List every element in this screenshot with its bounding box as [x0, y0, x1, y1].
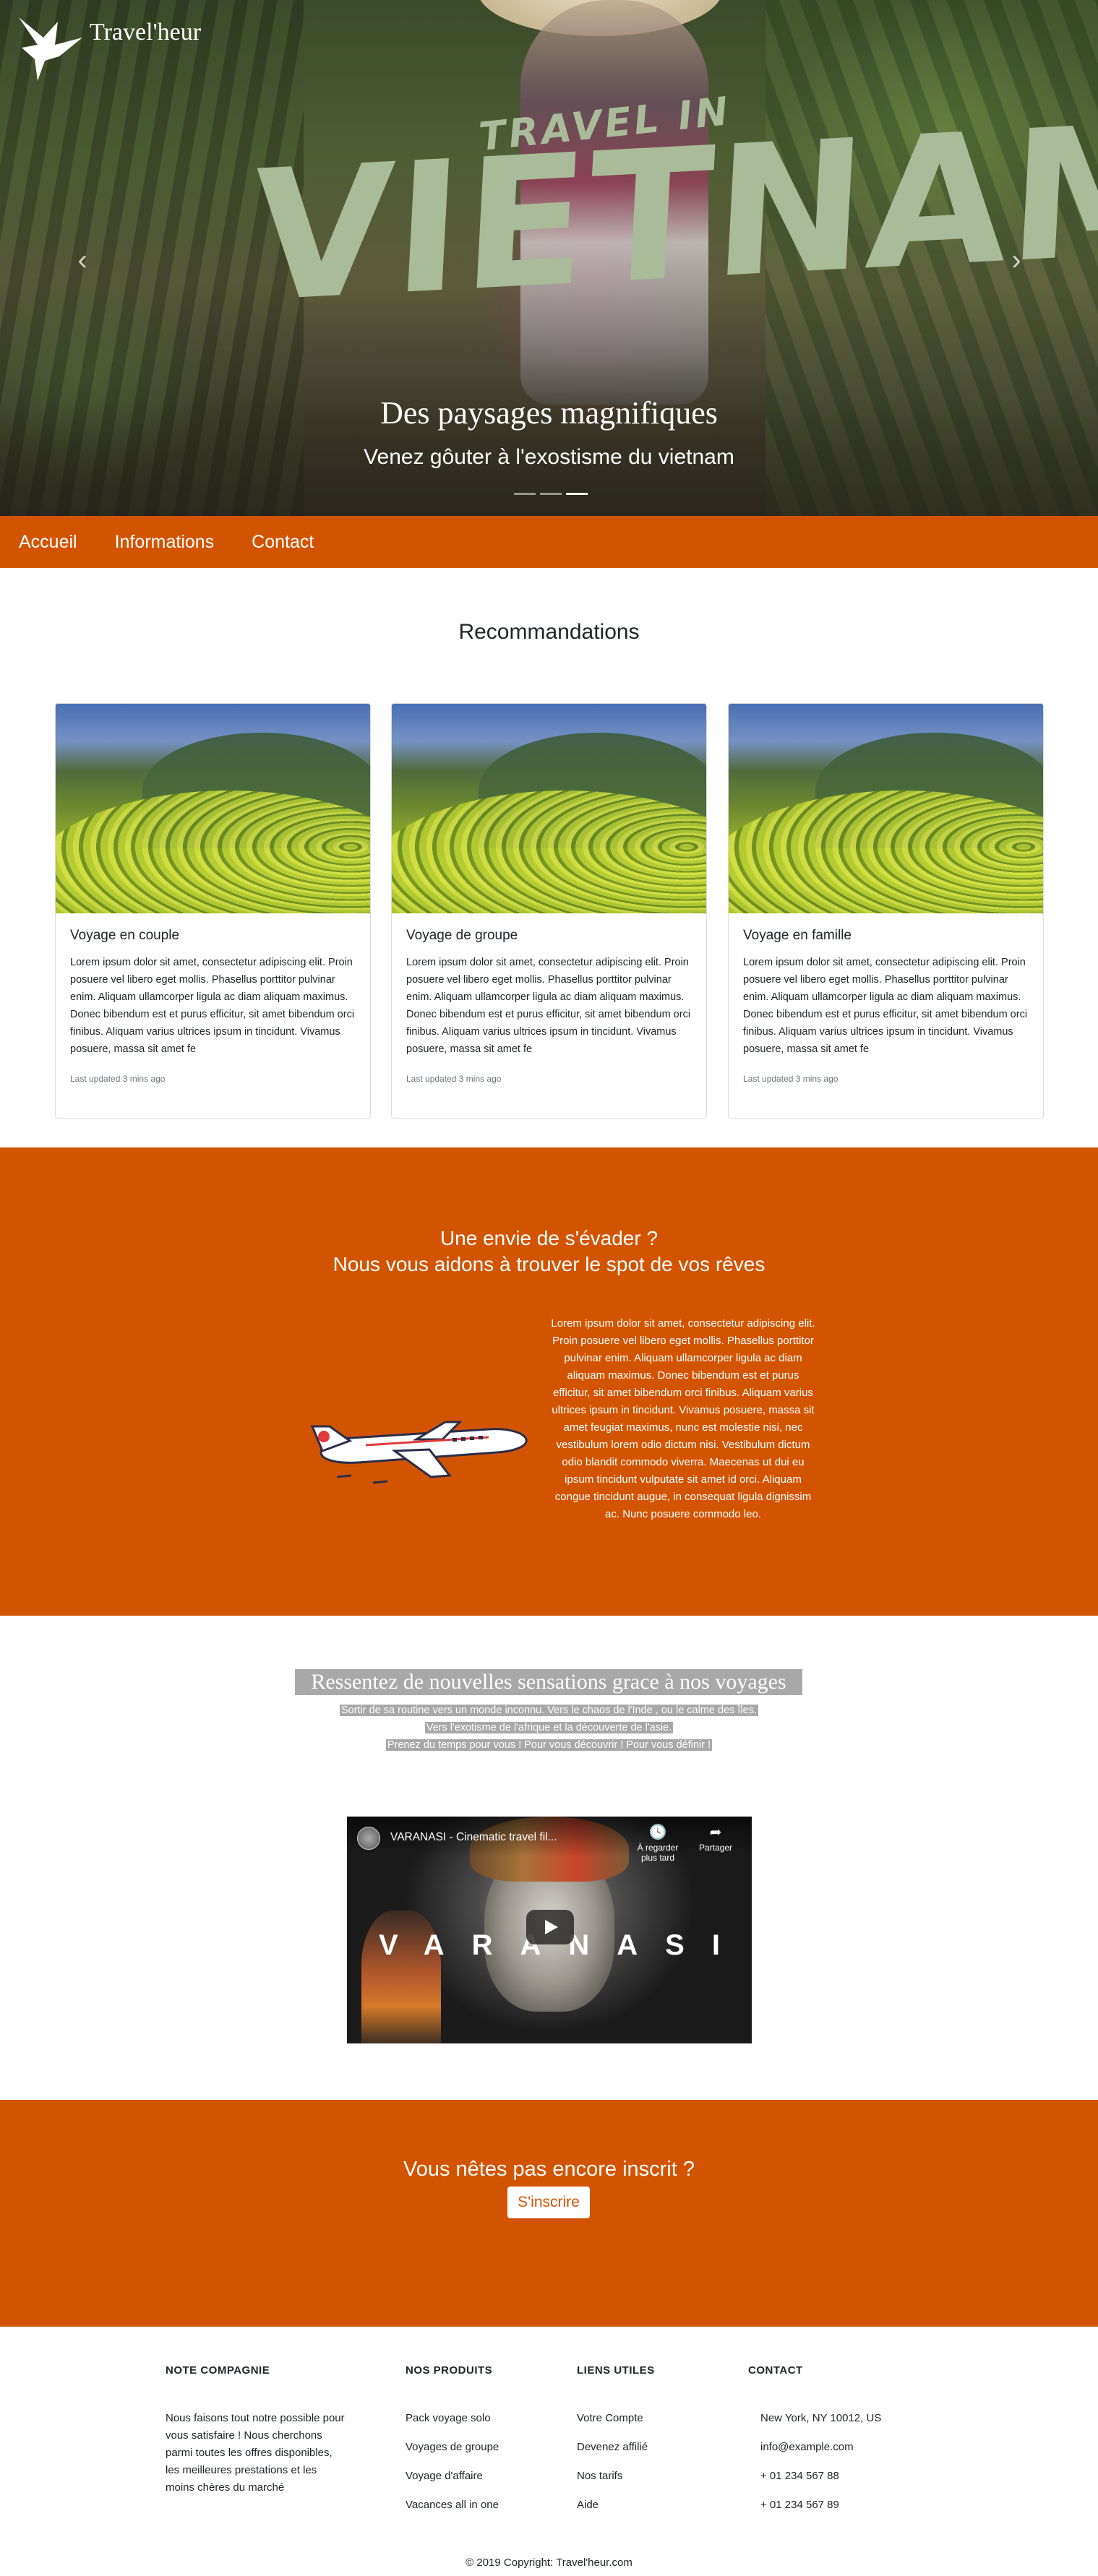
nav-item-contact[interactable]: Contact [252, 532, 314, 553]
footer-link-item[interactable]: Votre Compte [577, 2410, 655, 2427]
card-voyage-couple[interactable]: Voyage en couple Lorem ipsum dolor sit a… [55, 703, 371, 1119]
footer-link-item[interactable]: Aide [577, 2497, 655, 2514]
footer-link-item[interactable]: Voyage d'affaire [406, 2468, 499, 2485]
footer-link-item[interactable]: Voyages de groupe [406, 2439, 499, 2456]
sensations-line: Vers l'exotisme de l'afrique et la décou… [0, 1720, 1098, 1736]
share-button[interactable]: ➦ Partager [694, 1824, 737, 1853]
share-label: Partager [698, 1843, 733, 1853]
carousel-indicator-active[interactable] [566, 493, 588, 495]
card-updated: Last updated 3 mins ago [743, 1074, 838, 1084]
nav-item-informations[interactable]: Informations [115, 532, 215, 553]
signup-question: Vous nêtes pas encore inscrit ? [403, 2158, 695, 2181]
footer-link[interactable]: Voyages de groupe [406, 2441, 499, 2453]
carousel-indicator[interactable] [540, 493, 562, 495]
sensations-title: Ressentez de nouvelles sensations grace … [295, 1669, 802, 1695]
footer-company-text: Nous faisons tout notre possible pour vo… [166, 2412, 345, 2494]
sensations-line: Sortir de sa routine vers un monde incon… [0, 1702, 1098, 1718]
footer-link-item[interactable]: Pack voyage solo [406, 2410, 499, 2427]
escape-heading-line1: Une envie de s'évader ? [439, 1227, 659, 1249]
footer-col-company: NOTE COMPAGNIE Nous faisons tout notre p… [166, 2364, 346, 2497]
sensations-line-text: Vers l'exotisme de l'afrique et la décou… [424, 1722, 674, 1733]
signup-section: Vous nêtes pas encore inscrit ? S'inscri… [0, 2100, 1098, 2327]
carousel-caption-title: Des paysages magnifiques [380, 395, 718, 431]
footer-col-title: NOTE COMPAGNIE [166, 2364, 270, 2377]
carousel-indicators [514, 493, 588, 495]
card-updated: Last updated 3 mins ago [70, 1074, 166, 1084]
brand-name: Travel'heur [90, 19, 202, 46]
carousel-indicator[interactable] [514, 493, 536, 495]
sensations-section: Ressentez de nouvelles sensations grace … [0, 1616, 1098, 2100]
footer-col-products: NOS PRODUITS Pack voyage solo Voyages de… [406, 2364, 499, 2525]
card-text: Lorem ipsum dolor sit amet, consectetur … [406, 957, 691, 1055]
recommandations-title: Recommandations [458, 620, 640, 644]
clock-icon: 🕓 [648, 1825, 667, 1840]
escape-section: Une envie de s'évader ? Nous vous aidons… [0, 1147, 1098, 1616]
video-title[interactable]: VARANASI - Cinematic travel fil... [390, 1831, 557, 1844]
card-image-rice-terraces [729, 704, 1043, 913]
footer-link[interactable]: Aide [577, 2499, 599, 2511]
card-title: Voyage en couple [70, 928, 180, 943]
footer-link[interactable]: Devenez affilié [577, 2441, 648, 2453]
channel-avatar[interactable] [357, 1827, 380, 1850]
footer-link[interactable]: Pack voyage solo [406, 2412, 491, 2424]
footer-link-item[interactable]: Vacances all in one [406, 2497, 499, 2514]
card-title: Voyage de groupe [406, 928, 518, 943]
nav-item-accueil[interactable]: Accueil [19, 532, 77, 553]
footer-link[interactable]: Votre Compte [577, 2412, 643, 2424]
hero-overlay-vietnam: VIETNAM [246, 83, 1098, 343]
card-updated: Last updated 3 mins ago [406, 1074, 502, 1084]
hero-carousel: Travel'heur TRAVEL IN VIETNAM ‹ › Des pa… [0, 0, 1098, 516]
youtube-video-embed[interactable]: VARANASI - Cinematic travel fil... 🕓 À r… [347, 1817, 752, 2043]
sensations-line-text: Sortir de sa routine vers un monde incon… [339, 1705, 759, 1716]
sensations-line-text: Prenez du temps pour vous ! Pour vous dé… [385, 1739, 713, 1751]
footer-link-item[interactable]: Nos tarifs [577, 2468, 655, 2485]
footer-contact-item: New York, NY 10012, US [760, 2412, 882, 2424]
escape-text: Lorem ipsum dolor sit amet, consectetur … [551, 1317, 815, 1520]
sensations-line: Prenez du temps pour vous ! Pour vous dé… [0, 1737, 1098, 1753]
footer-link[interactable]: Voyage d'affaire [406, 2470, 483, 2482]
footer-link[interactable]: Nos tarifs [577, 2470, 622, 2482]
footer-col-title: LIENS UTILES [577, 2364, 655, 2377]
carousel-next-button[interactable]: › [1002, 246, 1031, 275]
card-image-rice-terraces [392, 704, 706, 913]
footer-col-title: NOS PRODUITS [406, 2364, 493, 2377]
card-text: Lorem ipsum dolor sit amet, consectetur … [70, 957, 355, 1055]
play-icon[interactable] [526, 1910, 574, 1944]
carousel-caption-subtitle: Venez gôuter à l'exostisme du vietnam [364, 445, 734, 469]
footer-col-title: CONTACT [748, 2364, 803, 2377]
footer-contact-item: + 01 234 567 88 [760, 2470, 839, 2482]
card-text: Lorem ipsum dolor sit amet, consectetur … [743, 957, 1028, 1055]
card-image-rice-terraces [56, 704, 370, 913]
watch-later-label: À regarder plus tard [637, 1843, 679, 1863]
carousel-prev-button[interactable]: ‹ [68, 246, 97, 275]
escape-heading-line2: Nous vous aidons à trouver le spot de vo… [333, 1253, 765, 1275]
main-navbar: Accueil Informations Contact [0, 516, 1098, 568]
watch-later-button[interactable]: 🕓 À regarder plus tard [629, 1824, 687, 1863]
site-logo[interactable]: Travel'heur [16, 16, 201, 82]
share-arrow-icon: ➦ [709, 1825, 722, 1840]
footer-link[interactable]: Vacances all in one [406, 2499, 499, 2511]
bird-logo-icon [19, 17, 82, 81]
footer-contact-item[interactable]: info@example.com [760, 2439, 881, 2456]
signup-button[interactable]: S'inscrire [507, 2187, 590, 2218]
card-voyage-famille[interactable]: Voyage en famille Lorem ipsum dolor sit … [728, 703, 1044, 1119]
footer-col-contact: CONTACT New York, NY 10012, US info@exam… [748, 2364, 881, 2525]
airplane-illustration-icon [310, 1421, 528, 1484]
card-voyage-groupe[interactable]: Voyage de groupe Lorem ipsum dolor sit a… [391, 703, 707, 1119]
footer-contact-item: + 01 234 567 89 [760, 2499, 839, 2511]
footer: NOTE COMPAGNIE Nous faisons tout notre p… [0, 2327, 1098, 2576]
footer-col-links: LIENS UTILES Votre Compte Devenez affili… [577, 2364, 655, 2525]
card-title: Voyage en famille [743, 928, 852, 943]
footer-copyright: © 2019 Copyright: Travel'heur.com [466, 2556, 632, 2569]
footer-link-item[interactable]: Devenez affilié [577, 2439, 655, 2456]
